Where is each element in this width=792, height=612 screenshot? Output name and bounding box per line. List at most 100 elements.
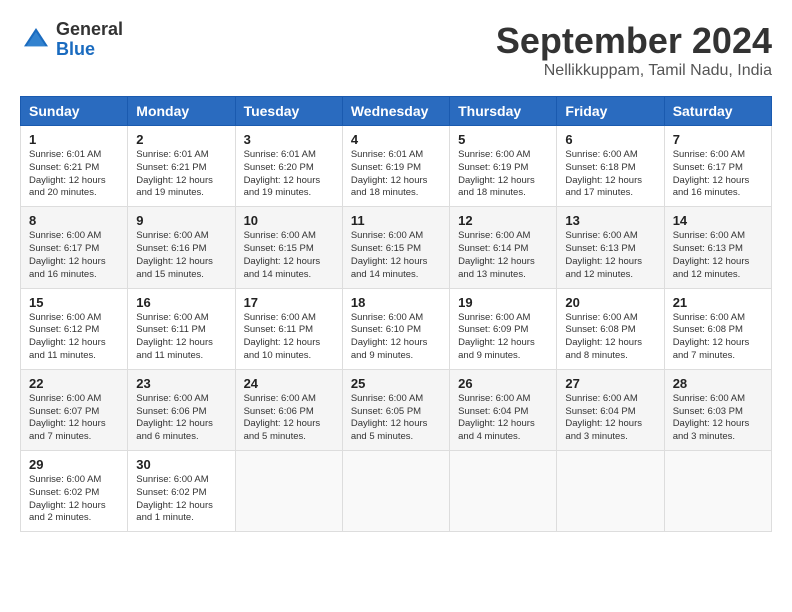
calendar-header-saturday: Saturday [664, 97, 771, 126]
logo-icon [20, 24, 52, 56]
calendar-cell: 7 Sunrise: 6:00 AM Sunset: 6:17 PM Dayli… [664, 126, 771, 207]
logo-blue-text: Blue [56, 40, 123, 60]
calendar-cell: 10 Sunrise: 6:00 AM Sunset: 6:15 PM Dayl… [235, 207, 342, 288]
calendar-cell: 18 Sunrise: 6:00 AM Sunset: 6:10 PM Dayl… [342, 288, 449, 369]
calendar-cell: 17 Sunrise: 6:00 AM Sunset: 6:11 PM Dayl… [235, 288, 342, 369]
day-info: Sunrise: 6:00 AM Sunset: 6:13 PM Dayligh… [565, 230, 655, 281]
location-title: Nellikkuppam, Tamil Nadu, India [496, 62, 772, 80]
day-info: Sunrise: 6:00 AM Sunset: 6:04 PM Dayligh… [458, 393, 548, 444]
day-info: Sunrise: 6:00 AM Sunset: 6:08 PM Dayligh… [565, 312, 655, 363]
day-info: Sunrise: 6:00 AM Sunset: 6:15 PM Dayligh… [244, 230, 334, 281]
day-info: Sunrise: 6:00 AM Sunset: 6:12 PM Dayligh… [29, 312, 119, 363]
calendar-cell: 23 Sunrise: 6:00 AM Sunset: 6:06 PM Dayl… [128, 369, 235, 450]
calendar-header-monday: Monday [128, 97, 235, 126]
calendar-cell: 30 Sunrise: 6:00 AM Sunset: 6:02 PM Dayl… [128, 451, 235, 532]
day-info: Sunrise: 6:00 AM Sunset: 6:03 PM Dayligh… [673, 393, 763, 444]
title-section: September 2024 Nellikkuppam, Tamil Nadu,… [496, 20, 772, 80]
day-info: Sunrise: 6:00 AM Sunset: 6:05 PM Dayligh… [351, 393, 441, 444]
day-number: 10 [244, 213, 334, 228]
day-number: 30 [136, 457, 226, 472]
day-number: 25 [351, 376, 441, 391]
page-header: General Blue September 2024 Nellikkuppam… [20, 20, 772, 80]
day-info: Sunrise: 6:00 AM Sunset: 6:06 PM Dayligh… [136, 393, 226, 444]
calendar-cell [235, 451, 342, 532]
day-number: 7 [673, 132, 763, 147]
calendar-cell: 28 Sunrise: 6:00 AM Sunset: 6:03 PM Dayl… [664, 369, 771, 450]
day-number: 20 [565, 295, 655, 310]
day-number: 2 [136, 132, 226, 147]
day-info: Sunrise: 6:00 AM Sunset: 6:16 PM Dayligh… [136, 230, 226, 281]
calendar-week-5: 29 Sunrise: 6:00 AM Sunset: 6:02 PM Dayl… [21, 451, 772, 532]
calendar-week-3: 15 Sunrise: 6:00 AM Sunset: 6:12 PM Dayl… [21, 288, 772, 369]
calendar-cell: 9 Sunrise: 6:00 AM Sunset: 6:16 PM Dayli… [128, 207, 235, 288]
day-info: Sunrise: 6:00 AM Sunset: 6:19 PM Dayligh… [458, 149, 548, 200]
day-info: Sunrise: 6:01 AM Sunset: 6:20 PM Dayligh… [244, 149, 334, 200]
day-number: 23 [136, 376, 226, 391]
day-number: 5 [458, 132, 548, 147]
calendar-cell: 21 Sunrise: 6:00 AM Sunset: 6:08 PM Dayl… [664, 288, 771, 369]
day-number: 21 [673, 295, 763, 310]
day-number: 9 [136, 213, 226, 228]
calendar-header-row: SundayMondayTuesdayWednesdayThursdayFrid… [21, 97, 772, 126]
calendar-cell [664, 451, 771, 532]
day-number: 24 [244, 376, 334, 391]
month-title: September 2024 [496, 20, 772, 62]
day-number: 12 [458, 213, 548, 228]
day-number: 4 [351, 132, 441, 147]
logo: General Blue [20, 20, 123, 60]
calendar-header-tuesday: Tuesday [235, 97, 342, 126]
calendar-cell: 24 Sunrise: 6:00 AM Sunset: 6:06 PM Dayl… [235, 369, 342, 450]
calendar-cell: 16 Sunrise: 6:00 AM Sunset: 6:11 PM Dayl… [128, 288, 235, 369]
day-number: 1 [29, 132, 119, 147]
calendar-cell: 4 Sunrise: 6:01 AM Sunset: 6:19 PM Dayli… [342, 126, 449, 207]
day-info: Sunrise: 6:00 AM Sunset: 6:08 PM Dayligh… [673, 312, 763, 363]
day-number: 26 [458, 376, 548, 391]
day-info: Sunrise: 6:00 AM Sunset: 6:14 PM Dayligh… [458, 230, 548, 281]
calendar-header-thursday: Thursday [450, 97, 557, 126]
calendar-cell: 19 Sunrise: 6:00 AM Sunset: 6:09 PM Dayl… [450, 288, 557, 369]
day-info: Sunrise: 6:00 AM Sunset: 6:17 PM Dayligh… [673, 149, 763, 200]
day-info: Sunrise: 6:00 AM Sunset: 6:02 PM Dayligh… [29, 474, 119, 525]
calendar-header-sunday: Sunday [21, 97, 128, 126]
calendar-table: SundayMondayTuesdayWednesdayThursdayFrid… [20, 96, 772, 532]
calendar-cell: 27 Sunrise: 6:00 AM Sunset: 6:04 PM Dayl… [557, 369, 664, 450]
day-info: Sunrise: 6:00 AM Sunset: 6:13 PM Dayligh… [673, 230, 763, 281]
calendar-cell: 3 Sunrise: 6:01 AM Sunset: 6:20 PM Dayli… [235, 126, 342, 207]
calendar-cell: 6 Sunrise: 6:00 AM Sunset: 6:18 PM Dayli… [557, 126, 664, 207]
day-info: Sunrise: 6:01 AM Sunset: 6:21 PM Dayligh… [29, 149, 119, 200]
calendar-week-4: 22 Sunrise: 6:00 AM Sunset: 6:07 PM Dayl… [21, 369, 772, 450]
day-number: 11 [351, 213, 441, 228]
day-info: Sunrise: 6:00 AM Sunset: 6:07 PM Dayligh… [29, 393, 119, 444]
day-number: 28 [673, 376, 763, 391]
day-info: Sunrise: 6:00 AM Sunset: 6:10 PM Dayligh… [351, 312, 441, 363]
day-number: 3 [244, 132, 334, 147]
calendar-cell: 14 Sunrise: 6:00 AM Sunset: 6:13 PM Dayl… [664, 207, 771, 288]
day-number: 14 [673, 213, 763, 228]
calendar-cell: 13 Sunrise: 6:00 AM Sunset: 6:13 PM Dayl… [557, 207, 664, 288]
calendar-cell [450, 451, 557, 532]
calendar-cell: 15 Sunrise: 6:00 AM Sunset: 6:12 PM Dayl… [21, 288, 128, 369]
day-number: 22 [29, 376, 119, 391]
day-info: Sunrise: 6:00 AM Sunset: 6:18 PM Dayligh… [565, 149, 655, 200]
day-info: Sunrise: 6:00 AM Sunset: 6:06 PM Dayligh… [244, 393, 334, 444]
calendar-cell [557, 451, 664, 532]
calendar-cell: 11 Sunrise: 6:00 AM Sunset: 6:15 PM Dayl… [342, 207, 449, 288]
calendar-cell: 1 Sunrise: 6:01 AM Sunset: 6:21 PM Dayli… [21, 126, 128, 207]
logo-text: General Blue [56, 20, 123, 60]
day-number: 6 [565, 132, 655, 147]
day-number: 18 [351, 295, 441, 310]
logo-general-text: General [56, 20, 123, 40]
calendar-cell: 26 Sunrise: 6:00 AM Sunset: 6:04 PM Dayl… [450, 369, 557, 450]
day-info: Sunrise: 6:01 AM Sunset: 6:21 PM Dayligh… [136, 149, 226, 200]
calendar-cell: 20 Sunrise: 6:00 AM Sunset: 6:08 PM Dayl… [557, 288, 664, 369]
calendar-week-1: 1 Sunrise: 6:01 AM Sunset: 6:21 PM Dayli… [21, 126, 772, 207]
day-number: 17 [244, 295, 334, 310]
calendar-cell [342, 451, 449, 532]
day-info: Sunrise: 6:00 AM Sunset: 6:11 PM Dayligh… [136, 312, 226, 363]
day-info: Sunrise: 6:00 AM Sunset: 6:15 PM Dayligh… [351, 230, 441, 281]
day-info: Sunrise: 6:01 AM Sunset: 6:19 PM Dayligh… [351, 149, 441, 200]
calendar-header-friday: Friday [557, 97, 664, 126]
day-number: 19 [458, 295, 548, 310]
day-number: 13 [565, 213, 655, 228]
day-number: 27 [565, 376, 655, 391]
